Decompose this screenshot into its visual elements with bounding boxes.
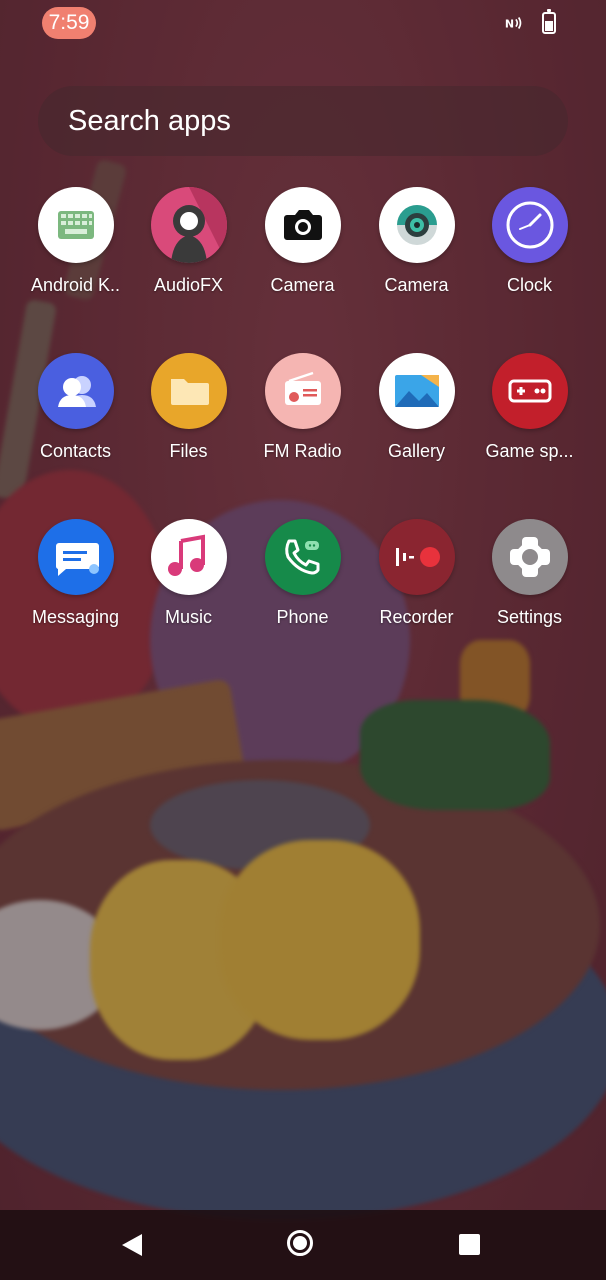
app-audiofx[interactable]: AudioFX <box>132 180 245 296</box>
app-label: Game sp... <box>485 441 574 461</box>
app-contacts[interactable]: Contacts <box>19 346 132 462</box>
recents-icon[interactable] <box>459 1234 480 1255</box>
camera-icon <box>264 187 341 263</box>
message-icon <box>37 519 114 595</box>
nfc-icon: N <box>505 17 522 31</box>
phone-icon <box>264 519 341 595</box>
app-phone[interactable]: Phone <box>246 512 359 628</box>
app-label: FM Radio <box>263 441 342 461</box>
keyboard-icon <box>37 187 114 263</box>
app-files[interactable]: Files <box>132 346 245 462</box>
search-apps-bar[interactable]: Search apps <box>38 86 568 156</box>
app-gallery[interactable]: Gallery <box>360 346 473 462</box>
app-music[interactable]: Music <box>132 512 245 628</box>
app-camera-2[interactable]: Camera <box>360 180 473 296</box>
app-label: Camera <box>270 275 335 295</box>
radio-icon <box>264 353 341 429</box>
contacts-icon <box>37 353 114 429</box>
app-messaging[interactable]: Messaging <box>19 512 132 628</box>
settings-icon <box>491 519 568 595</box>
navigation-bar <box>0 1210 606 1280</box>
app-label: Android K.. <box>30 275 121 295</box>
app-android-keyboard[interactable]: Android K.. <box>19 180 132 296</box>
app-settings[interactable]: Settings <box>473 512 586 628</box>
recorder-icon <box>378 519 455 595</box>
music-icon <box>150 519 227 595</box>
app-camera[interactable]: Camera <box>246 180 359 296</box>
status-bar: 7:59 N <box>0 0 606 48</box>
status-icons: N <box>504 9 556 34</box>
status-time: 7:59 <box>42 7 96 39</box>
app-recorder[interactable]: Recorder <box>360 512 473 628</box>
home-icon[interactable] <box>287 1230 313 1256</box>
app-label: Messaging <box>31 607 120 627</box>
app-clock[interactable]: Clock <box>473 180 586 296</box>
app-label: Phone <box>276 607 329 627</box>
app-label: Recorder <box>379 607 454 627</box>
svg-text:N: N <box>505 18 514 31</box>
app-label: AudioFX <box>153 275 224 295</box>
audiofx-icon <box>150 187 227 263</box>
app-label: Files <box>169 441 208 461</box>
gallery-icon <box>378 353 455 429</box>
battery-icon <box>542 9 556 34</box>
app-label: Contacts <box>39 441 112 461</box>
back-icon[interactable] <box>122 1234 142 1256</box>
camera-lens-icon <box>378 187 455 263</box>
app-fm-radio[interactable]: FM Radio <box>246 346 359 462</box>
gamepad-icon <box>491 353 568 429</box>
folder-icon <box>150 353 227 429</box>
app-label: Music <box>164 607 212 627</box>
app-label: Camera <box>384 275 449 295</box>
app-label: Clock <box>506 275 552 295</box>
app-label: Gallery <box>387 441 445 461</box>
clock-icon <box>491 187 568 263</box>
app-game-space[interactable]: Game sp... <box>473 346 586 462</box>
app-label: Settings <box>496 607 563 627</box>
search-placeholder: Search apps <box>68 105 231 137</box>
